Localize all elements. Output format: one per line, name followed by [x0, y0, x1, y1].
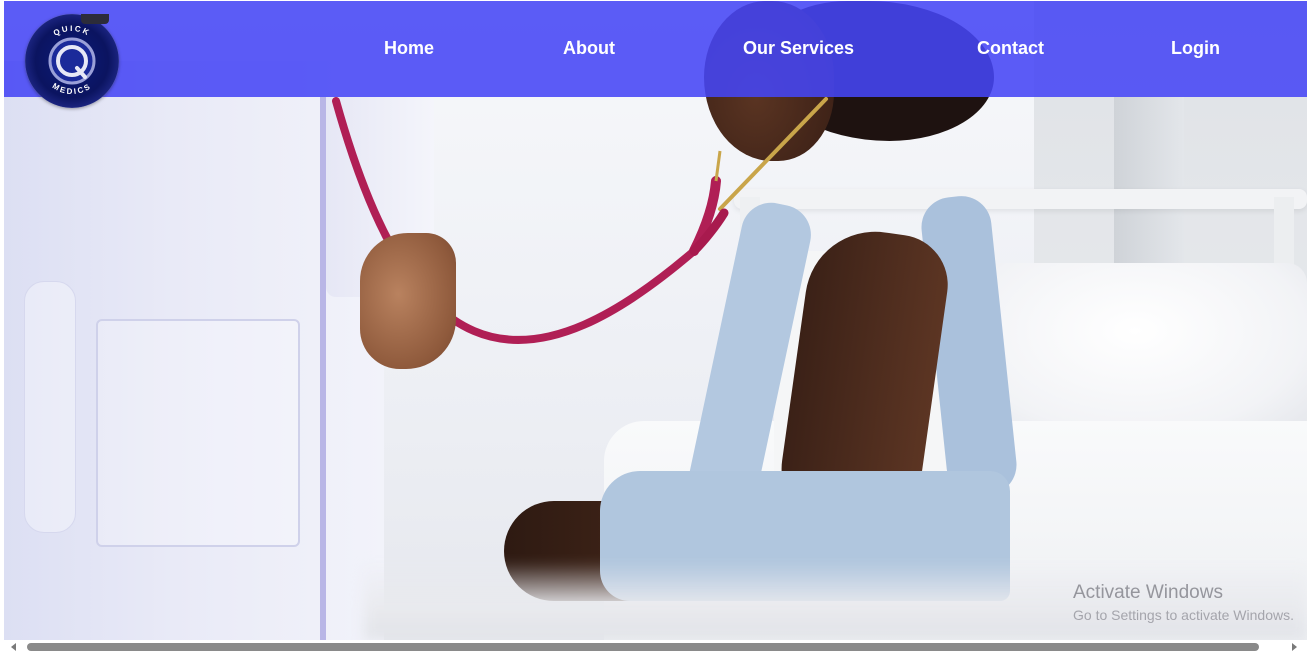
- brand-logo[interactable]: QUICK MEDICS: [25, 14, 119, 108]
- scroll-right-arrow-icon[interactable]: [1292, 643, 1297, 651]
- nav-services-link[interactable]: Our Services: [743, 36, 854, 60]
- hero-doctor-hand: [360, 233, 456, 369]
- logo-top-text: QUICK: [52, 24, 90, 38]
- nav-about-link[interactable]: About: [563, 36, 615, 60]
- scroll-left-arrow-icon[interactable]: [11, 643, 16, 651]
- page-frame: Home About Our Services Contact Login QU…: [4, 1, 1307, 640]
- scroll-thumb[interactable]: [27, 643, 1259, 651]
- windows-watermark-subtitle: Go to Settings to activate Windows.: [1073, 607, 1294, 623]
- nav-home-link[interactable]: Home: [384, 36, 434, 60]
- nav-contact-link[interactable]: Contact: [977, 36, 1044, 60]
- horizontal-scrollbar[interactable]: [0, 640, 1307, 654]
- windows-watermark-title: Activate Windows: [1073, 582, 1223, 603]
- logo-emblem: QUICK MEDICS: [48, 24, 96, 96]
- top-navbar: Home About Our Services Contact Login: [4, 1, 1307, 97]
- nav-login-link[interactable]: Login: [1171, 36, 1220, 60]
- svg-text:QUICK: QUICK: [52, 24, 92, 38]
